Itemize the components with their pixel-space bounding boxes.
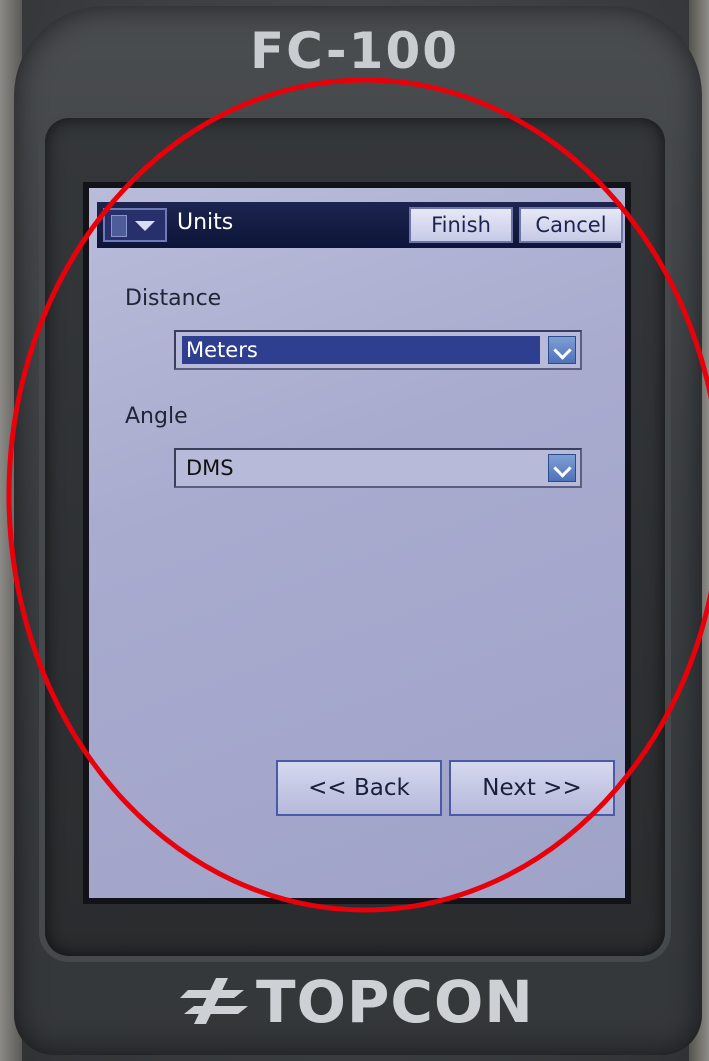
chevron-down-icon xyxy=(553,459,572,478)
start-menu-icon xyxy=(111,215,127,237)
next-button[interactable]: Next >> xyxy=(449,760,615,816)
cancel-button[interactable]: Cancel xyxy=(519,207,623,243)
model-label: FC-100 xyxy=(249,22,460,80)
distance-value: Meters xyxy=(182,336,540,364)
topcon-logo-icon xyxy=(180,978,248,1024)
chevron-down-icon xyxy=(553,341,572,360)
angle-label: Angle xyxy=(125,404,188,429)
device-photo: FC-100 Units Finish Cancel Distance Mete… xyxy=(0,0,709,1061)
start-menu-button[interactable] xyxy=(103,208,167,242)
finish-button[interactable]: Finish xyxy=(409,207,513,243)
distance-dropdown-arrow[interactable] xyxy=(548,336,576,364)
angle-value: DMS xyxy=(186,456,234,480)
distance-label: Distance xyxy=(125,286,222,311)
title-bar: Units Finish Cancel xyxy=(97,202,623,248)
brand-logo-area: TOPCON xyxy=(170,968,550,1038)
brand-name: TOPCON xyxy=(256,968,534,1036)
angle-dropdown[interactable]: DMS xyxy=(174,448,582,488)
angle-dropdown-arrow[interactable] xyxy=(548,454,576,482)
distance-dropdown[interactable]: Meters xyxy=(174,330,582,370)
device-screen: Units Finish Cancel Distance Meters Angl… xyxy=(83,182,631,904)
chevron-down-icon xyxy=(135,221,155,231)
back-button[interactable]: << Back xyxy=(276,760,442,816)
page-title: Units xyxy=(177,210,234,235)
